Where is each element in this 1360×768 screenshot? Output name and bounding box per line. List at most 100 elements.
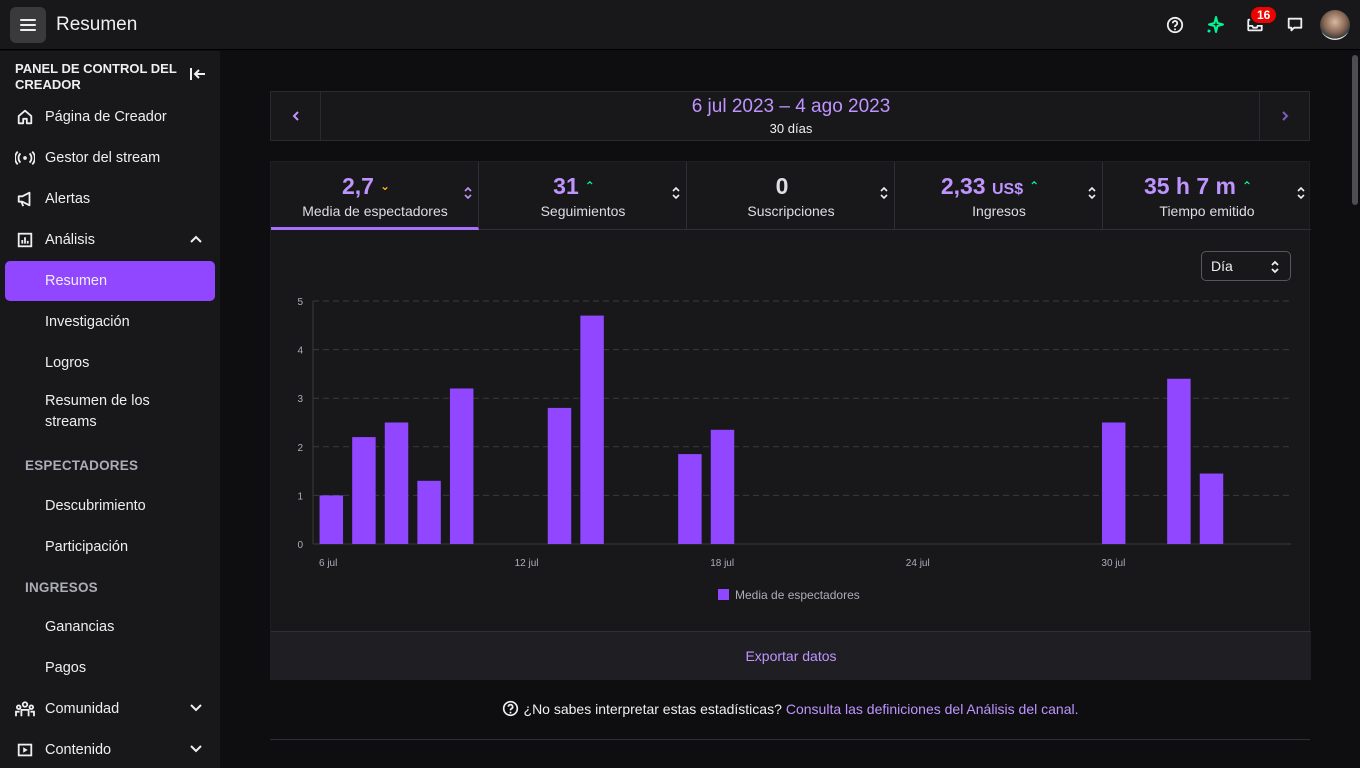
sidebar-header: PANEL DE CONTROL DEL CREADOR: [15, 61, 177, 92]
sidebar-item-discovery[interactable]: Descubrimiento: [5, 486, 215, 526]
sidebar-item-creator-page[interactable]: Página de Creador: [5, 97, 215, 137]
y-tick-label: 2: [297, 443, 303, 454]
granularity-value: Día: [1211, 258, 1233, 274]
metric-follows[interactable]: 31 ⌃ Seguimientos: [479, 162, 687, 230]
help-icon: [502, 700, 518, 717]
sidebar-item-label: Logros: [45, 355, 90, 371]
x-tick-label: 30 jul: [1101, 558, 1125, 569]
bar: [547, 407, 572, 544]
bar: [710, 429, 735, 544]
metric-time-streamed[interactable]: 35 h 7 m ⌃ Tiempo emitido: [1103, 162, 1311, 230]
trend-down-icon: ⌄: [379, 179, 391, 193]
broadcast-icon: [5, 150, 45, 166]
granularity-select[interactable]: Día: [1201, 251, 1291, 281]
sort-icon: [1297, 186, 1305, 200]
metric-label: Media de espectadores: [302, 203, 448, 219]
top-bar: Resumen 16: [0, 0, 1360, 50]
notification-badge: 16: [1249, 5, 1279, 25]
trend-up-icon: ⌃: [1241, 179, 1253, 193]
sparkle-icon[interactable]: [1195, 10, 1235, 40]
sidebar-item-participation[interactable]: Participación: [5, 527, 215, 567]
metric-label: Ingresos: [972, 203, 1026, 219]
sidebar-item-achievements[interactable]: Logros: [5, 343, 215, 383]
bar: [1199, 473, 1224, 544]
bar: [580, 315, 604, 544]
date-range-length: 30 días: [769, 121, 813, 136]
bar: [384, 422, 409, 544]
legend-label: Media de espectadores: [735, 588, 860, 602]
megaphone-icon: [5, 190, 45, 208]
sidebar-item-label: Pagos: [45, 660, 87, 676]
sidebar-item-label: Contenido: [45, 742, 112, 758]
sidebar-item-analytics[interactable]: Análisis: [5, 220, 215, 260]
metric-value: 2,33 US$ ⌃: [940, 173, 1040, 199]
metric-value: 35 h 7 m ⌃: [1143, 173, 1253, 199]
metric-label: Suscripciones: [747, 203, 835, 219]
chevron-down-icon: [189, 742, 203, 760]
x-tick-label: 24 jul: [906, 558, 930, 569]
avg-viewers-chart: 0 1 2 3 4 5 6 jul 12 jul 18 jul 24 jul 30 jul Media…: [297, 297, 1291, 602]
section-revenue: INGRESOS: [25, 580, 98, 595]
sidebar-item-stream-summary[interactable]: Resumen de los streams: [5, 386, 215, 438]
content-icon: [5, 741, 45, 759]
home-icon: [5, 108, 45, 126]
sort-icon: [1088, 186, 1096, 200]
bar: [319, 495, 344, 544]
sidebar-item-label: Página de Creador: [45, 109, 167, 125]
bar: [678, 454, 702, 544]
page-scrollbar[interactable]: [1352, 55, 1358, 205]
sort-icon: [672, 186, 680, 200]
bar: [1167, 378, 1191, 544]
metric-avg-viewers[interactable]: 2,7 ⌄ Media de espectadores: [271, 162, 479, 230]
sidebar-item-payments[interactable]: Pagos: [5, 648, 215, 688]
page-title: Resumen: [56, 14, 138, 35]
bar: [417, 480, 441, 544]
metric-label: Seguimientos: [540, 203, 626, 219]
metric-tabs: 2,7 ⌄ Media de espectadores 31 ⌃ Seguimien…: [271, 162, 1311, 230]
avatar[interactable]: [1320, 10, 1350, 40]
y-tick-label: 4: [297, 346, 303, 357]
sidebar-item-summary[interactable]: Resumen: [5, 261, 215, 301]
metric-label: Tiempo emitido: [1159, 203, 1255, 219]
help-icon[interactable]: [1155, 10, 1195, 40]
sidebar-item-earnings[interactable]: Ganancias: [5, 607, 215, 647]
x-tick-label: 18 jul: [710, 558, 734, 569]
sidebar-item-alerts[interactable]: Alertas: [5, 179, 215, 219]
select-arrows-icon: [1271, 260, 1279, 274]
bar: [449, 388, 474, 544]
sidebar-item-label: Resumen: [45, 273, 108, 289]
sidebar-item-label: Resumen de los streams: [45, 393, 150, 430]
legend-swatch: [718, 589, 729, 600]
section-viewers: ESPECTADORES: [25, 458, 139, 473]
export-data-button[interactable]: Exportar datos: [271, 631, 1311, 680]
bar: [1101, 422, 1126, 544]
date-range[interactable]: 6 jul 2023 – 4 ago 2023: [271, 96, 1311, 118]
divider: [270, 739, 1310, 740]
trend-up-icon: ⌃: [1029, 179, 1040, 193]
sidebar-item-stream-manager[interactable]: Gestor del stream: [5, 138, 215, 178]
trend-up-icon: ⌃: [584, 179, 595, 193]
y-tick-label: 5: [297, 297, 303, 308]
next-period-button[interactable]: [1259, 92, 1309, 140]
bar: [352, 437, 376, 544]
chevron-up-icon: [189, 232, 203, 250]
sort-icon: [880, 186, 888, 200]
y-tick-label: 0: [297, 540, 303, 551]
metric-revenue[interactable]: 2,33 US$ ⌃ Ingresos: [895, 162, 1103, 230]
x-tick-label: 12 jul: [515, 558, 539, 569]
sort-icon: [464, 186, 472, 200]
help-question: ¿No sabes interpretar estas estadísticas…: [523, 700, 782, 717]
sidebar-item-research[interactable]: Investigación: [5, 302, 215, 342]
metric-value: 31 ⌃: [553, 173, 595, 199]
help-definitions-link[interactable]: Consulta las definiciones del Análisis d…: [786, 701, 1079, 717]
inbox-icon[interactable]: 16: [1235, 5, 1279, 40]
collapse-sidebar-icon[interactable]: [189, 66, 207, 87]
sidebar-item-label: Ganancias: [45, 619, 115, 635]
whispers-icon[interactable]: [1275, 10, 1315, 40]
hamburger-menu-button[interactable]: [10, 7, 46, 43]
metric-subscriptions[interactable]: 0 Suscripciones: [687, 162, 895, 230]
sidebar-item-content[interactable]: Contenido: [5, 730, 215, 768]
chevron-right-icon: [1281, 111, 1288, 121]
metric-value: 2,7 ⌄: [341, 173, 391, 199]
summary-card: 2,7 ⌄ Media de espectadores 31 ⌃ Seguimien…: [270, 161, 1311, 680]
